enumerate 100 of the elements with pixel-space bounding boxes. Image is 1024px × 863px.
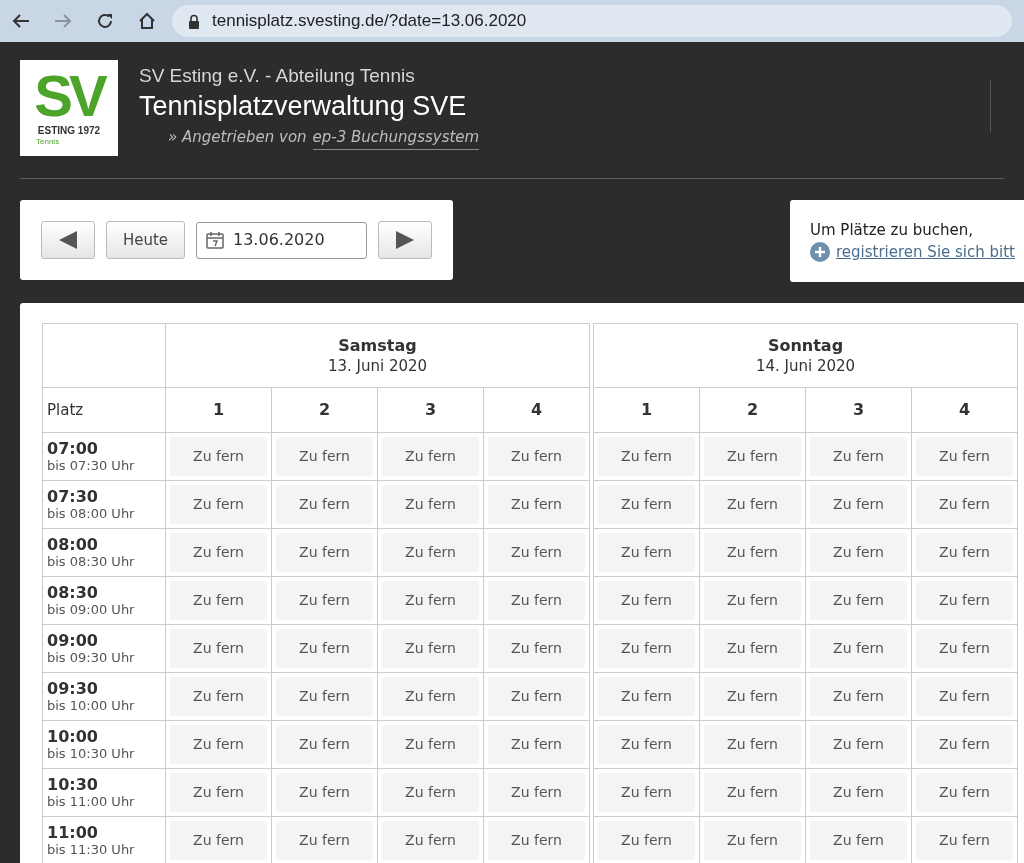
booking-slot[interactable]: Zu fern bbox=[382, 581, 479, 620]
booking-slot[interactable]: Zu fern bbox=[810, 581, 907, 620]
booking-slot[interactable]: Zu fern bbox=[704, 437, 801, 476]
booking-slot[interactable]: Zu fern bbox=[382, 725, 479, 764]
booking-slot[interactable]: Zu fern bbox=[916, 629, 1013, 668]
booking-slot[interactable]: Zu fern bbox=[382, 437, 479, 476]
booking-slot[interactable]: Zu fern bbox=[170, 773, 267, 812]
booking-slot[interactable]: Zu fern bbox=[598, 581, 695, 620]
booking-slot[interactable]: Zu fern bbox=[170, 725, 267, 764]
booking-slot[interactable]: Zu fern bbox=[810, 821, 907, 860]
booking-slot[interactable]: Zu fern bbox=[916, 677, 1013, 716]
booking-slot[interactable]: Zu fern bbox=[382, 533, 479, 572]
date-label: 13. Juni 2020 bbox=[326, 355, 429, 376]
booking-slot[interactable]: Zu fern bbox=[488, 533, 585, 572]
booking-slot[interactable]: Zu fern bbox=[598, 437, 695, 476]
booking-slot[interactable]: Zu fern bbox=[598, 773, 695, 812]
booking-slot[interactable]: Zu fern bbox=[276, 485, 373, 524]
end-time: bis 10:00 Uhr bbox=[47, 698, 136, 713]
booking-slot[interactable]: Zu fern bbox=[276, 581, 373, 620]
booking-slot[interactable]: Zu fern bbox=[488, 629, 585, 668]
left-triangle-icon bbox=[58, 230, 78, 250]
booking-slot[interactable]: Zu fern bbox=[810, 725, 907, 764]
booking-slot[interactable]: Zu fern bbox=[488, 725, 585, 764]
start-time: 08:30 bbox=[47, 584, 99, 602]
booking-slot[interactable]: Zu fern bbox=[704, 533, 801, 572]
booking-slot[interactable]: Zu fern bbox=[170, 485, 267, 524]
booking-slot[interactable]: Zu fern bbox=[276, 725, 373, 764]
booking-slot[interactable]: Zu fern bbox=[704, 581, 801, 620]
booking-slot[interactable]: Zu fern bbox=[916, 485, 1013, 524]
booking-slot[interactable]: Zu fern bbox=[488, 773, 585, 812]
booking-slot[interactable]: Zu fern bbox=[704, 773, 801, 812]
booking-slot[interactable]: Zu fern bbox=[170, 629, 267, 668]
site-title: Tennisplatzverwaltung SVE bbox=[139, 90, 468, 123]
booking-slot[interactable]: Zu fern bbox=[916, 581, 1013, 620]
booking-slot[interactable]: Zu fern bbox=[704, 485, 801, 524]
booking-slot[interactable]: Zu fern bbox=[810, 629, 907, 668]
booking-slot[interactable]: Zu fern bbox=[598, 821, 695, 860]
booking-slot[interactable]: Zu fern bbox=[810, 677, 907, 716]
end-time: bis 11:30 Uhr bbox=[47, 842, 136, 857]
system-link[interactable]: ep-3 Buchungssystem bbox=[312, 126, 480, 150]
booking-slot[interactable]: Zu fern bbox=[598, 677, 695, 716]
booking-slot[interactable]: Zu fern bbox=[598, 533, 695, 572]
weekday-label: Sonntag bbox=[766, 335, 845, 356]
booking-slot[interactable]: Zu fern bbox=[276, 677, 373, 716]
booking-slot[interactable]: Zu fern bbox=[382, 677, 479, 716]
booking-slot[interactable]: Zu fern bbox=[170, 821, 267, 860]
court-number-cell: 3 bbox=[377, 387, 484, 433]
booking-slot[interactable]: Zu fern bbox=[170, 437, 267, 476]
booking-slot[interactable]: Zu fern bbox=[276, 629, 373, 668]
previous-day-button[interactable] bbox=[41, 221, 95, 259]
court-label-cell: Platz bbox=[42, 387, 166, 433]
booking-slot[interactable]: Zu fern bbox=[704, 629, 801, 668]
booking-slot[interactable]: Zu fern bbox=[170, 533, 267, 572]
booking-slot[interactable]: Zu fern bbox=[382, 773, 479, 812]
end-time: bis 10:30 Uhr bbox=[47, 746, 136, 761]
booking-slot[interactable]: Zu fern bbox=[598, 725, 695, 764]
booking-slot[interactable]: Zu fern bbox=[704, 725, 801, 764]
logo-caption: ESTING 1972 bbox=[37, 124, 101, 137]
lock-icon bbox=[188, 13, 200, 29]
back-icon[interactable] bbox=[12, 13, 30, 29]
register-link[interactable]: registrieren Sie sich bitt bbox=[836, 241, 1015, 264]
booking-slot[interactable]: Zu fern bbox=[382, 485, 479, 524]
address-bar[interactable]: tennisplatz.svesting.de/?date=13.06.2020 bbox=[172, 5, 1012, 37]
booking-slot[interactable]: Zu fern bbox=[916, 821, 1013, 860]
booking-slot[interactable]: Zu fern bbox=[810, 485, 907, 524]
booking-slot[interactable]: Zu fern bbox=[598, 629, 695, 668]
start-time: 10:30 bbox=[47, 776, 99, 794]
booking-slot[interactable]: Zu fern bbox=[382, 821, 479, 860]
booking-slot[interactable]: Zu fern bbox=[810, 437, 907, 476]
booking-slot[interactable]: Zu fern bbox=[488, 821, 585, 860]
booking-slot[interactable]: Zu fern bbox=[488, 437, 585, 476]
booking-slot[interactable]: Zu fern bbox=[916, 437, 1013, 476]
booking-slot[interactable]: Zu fern bbox=[598, 485, 695, 524]
booking-slot[interactable]: Zu fern bbox=[276, 533, 373, 572]
booking-slot[interactable]: Zu fern bbox=[916, 773, 1013, 812]
booking-slot[interactable]: Zu fern bbox=[170, 581, 267, 620]
date-field[interactable]: 13.06.2020 bbox=[196, 221, 367, 259]
booking-slot[interactable]: Zu fern bbox=[704, 821, 801, 860]
booking-slot[interactable]: Zu fern bbox=[276, 437, 373, 476]
booking-slot[interactable]: Zu fern bbox=[382, 629, 479, 668]
start-time: 10:00 bbox=[47, 728, 99, 746]
booking-slot[interactable]: Zu fern bbox=[170, 677, 267, 716]
booking-slot[interactable]: Zu fern bbox=[276, 821, 373, 860]
booking-slot[interactable]: Zu fern bbox=[488, 581, 585, 620]
booking-slot[interactable]: Zu fern bbox=[810, 533, 907, 572]
booking-slot[interactable]: Zu fern bbox=[488, 485, 585, 524]
booking-slot[interactable]: Zu fern bbox=[810, 773, 907, 812]
reload-icon[interactable] bbox=[96, 12, 114, 30]
next-day-button[interactable] bbox=[378, 221, 432, 259]
booking-slot[interactable]: Zu fern bbox=[488, 677, 585, 716]
booking-slot[interactable]: Zu fern bbox=[276, 773, 373, 812]
booking-slot[interactable]: Zu fern bbox=[916, 533, 1013, 572]
home-icon[interactable] bbox=[138, 12, 156, 30]
booking-slot[interactable]: Zu fern bbox=[704, 677, 801, 716]
calendar-icon bbox=[205, 230, 225, 250]
booking-slot[interactable]: Zu fern bbox=[916, 725, 1013, 764]
start-time: 09:30 bbox=[47, 680, 99, 698]
end-time: bis 09:30 Uhr bbox=[47, 650, 136, 665]
logo-letters: SV bbox=[34, 70, 104, 121]
today-button[interactable]: Heute bbox=[106, 221, 185, 259]
